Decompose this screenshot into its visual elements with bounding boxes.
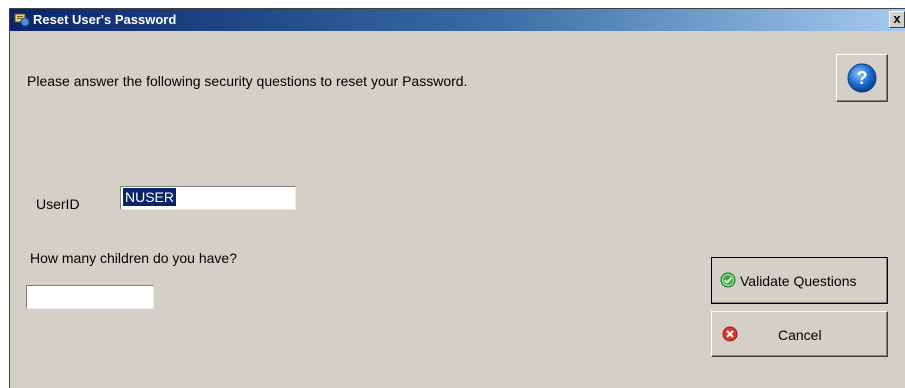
cancel-label: Cancel (778, 327, 822, 343)
userid-label: UserID (36, 196, 80, 212)
security-answer-field[interactable] (26, 285, 154, 309)
instructions-text: Please answer the following security que… (27, 73, 468, 89)
validate-questions-button[interactable]: Validate Questions (711, 257, 888, 304)
security-question-label: How many children do you have? (30, 250, 238, 266)
svg-text:?: ? (857, 68, 868, 88)
userid-field[interactable]: NUSER (120, 186, 296, 210)
reset-password-dialog: Reset User's Password x Please answer th… (9, 8, 905, 388)
validate-questions-label: Validate Questions (740, 273, 857, 289)
close-button[interactable]: x (889, 11, 905, 28)
x-circle-icon (722, 326, 738, 342)
app-icon (14, 12, 30, 28)
help-icon: ? (847, 63, 877, 93)
help-button[interactable]: ? (836, 54, 888, 102)
check-circle-icon (720, 272, 736, 288)
title-bar[interactable]: Reset User's Password x (10, 9, 905, 31)
cancel-button[interactable]: Cancel (711, 311, 888, 357)
userid-value: NUSER (123, 188, 177, 206)
close-icon: x (893, 11, 901, 26)
window-title: Reset User's Password (33, 12, 177, 27)
